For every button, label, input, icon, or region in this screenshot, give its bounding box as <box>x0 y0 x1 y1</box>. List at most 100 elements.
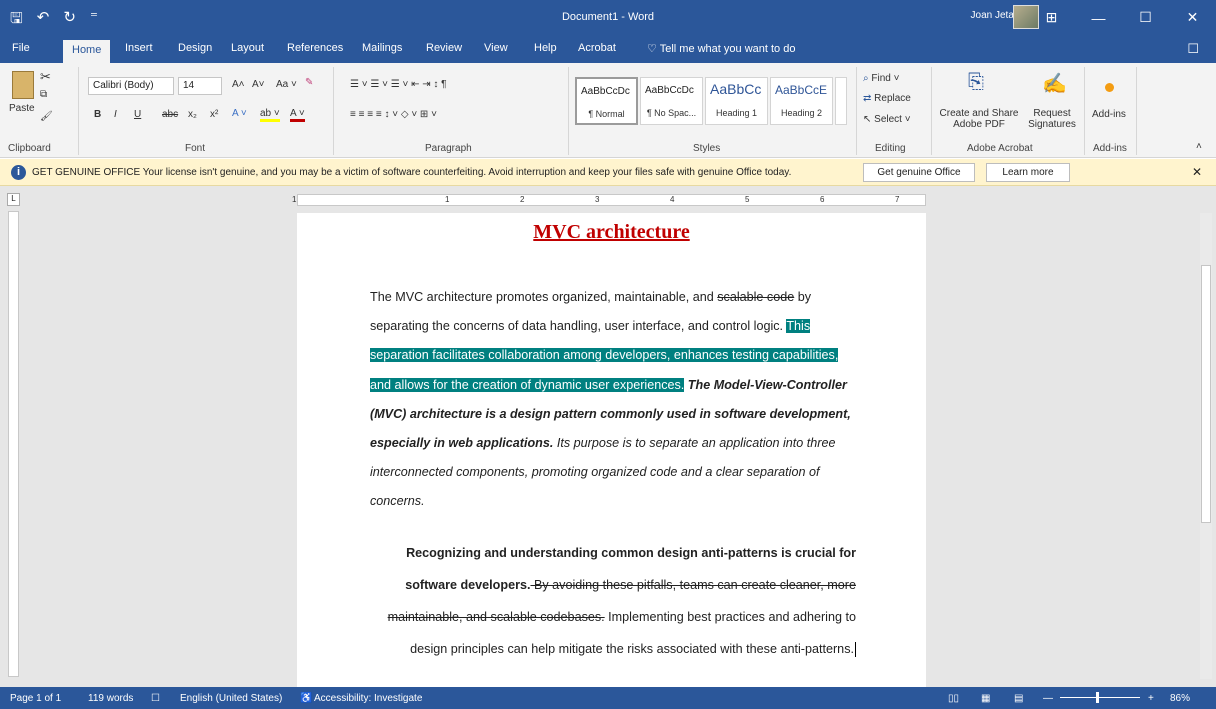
addins-icon[interactable] <box>1105 83 1114 92</box>
window-controls: ⊞ — ☐ ✕ <box>1028 0 1216 35</box>
style-heading-1[interactable]: AaBbCc Heading 1 <box>705 77 768 125</box>
grow-font-button[interactable]: A˄ <box>232 79 245 90</box>
create-share-pdf-button[interactable]: Create and Share Adobe PDF <box>939 108 1019 130</box>
editing-group-label: Editing <box>875 143 906 154</box>
bold-button[interactable]: B <box>94 109 101 120</box>
copy-icon[interactable]: ⧉ <box>40 89 47 100</box>
italic-button[interactable]: I <box>114 109 117 120</box>
pdf-share-icon[interactable]: ⎘ <box>968 71 984 94</box>
page-count[interactable]: Page 1 of 1 <box>10 693 61 704</box>
paragraph-1[interactable]: The MVC architecture promotes organized,… <box>370 283 858 517</box>
tab-review[interactable]: Review <box>426 42 462 54</box>
read-mode-icon[interactable]: ▯▯ <box>948 693 959 704</box>
find-label: Find ˅ <box>871 73 900 84</box>
request-signatures-label: Signatures <box>1028 119 1076 130</box>
format-painter-icon[interactable]: 🖌 <box>40 111 53 122</box>
word-count[interactable]: 119 words <box>88 693 133 704</box>
create-share-label: Adobe PDF <box>953 119 1005 130</box>
cut-icon[interactable]: ✂ <box>40 69 51 85</box>
cursor-icon: ↖ <box>863 114 875 125</box>
font-name-select[interactable]: Calibri (Body) <box>88 77 174 95</box>
style-preview: AaBbCc <box>710 81 762 97</box>
divider <box>1084 67 1085 155</box>
accessibility-icon[interactable]: ♿ <box>300 693 312 704</box>
style-heading-2[interactable]: AaBbCcE Heading 2 <box>770 77 833 125</box>
paragraph-row-2[interactable]: ≡ ≡ ≡ ≡ ↕ ˅ ◇ ˅ ⊞ ˅ <box>350 109 437 120</box>
zoom-in-button[interactable]: + <box>1148 693 1154 704</box>
clear-format-icon[interactable]: ✎ <box>305 77 313 88</box>
select-label: Select ˅ <box>874 114 911 125</box>
style-normal[interactable]: AaBbCcDc ¶ Normal <box>575 77 638 125</box>
replace-button[interactable]: ⇄ Replace <box>863 93 911 104</box>
close-button[interactable]: ✕ <box>1169 0 1216 35</box>
web-layout-icon[interactable]: ▤ <box>1014 693 1023 704</box>
superscript-button[interactable]: x² <box>210 109 218 120</box>
print-layout-icon[interactable]: ▦ <box>981 693 990 704</box>
paragraph-2[interactable]: Recognizing and understanding common des… <box>370 537 856 665</box>
document-heading[interactable]: MVC architecture <box>297 221 926 244</box>
shrink-font-button[interactable]: A˅ <box>252 79 265 90</box>
tab-insert[interactable]: Insert <box>125 42 153 54</box>
request-signatures-button[interactable]: Request Signatures <box>1022 108 1082 130</box>
tab-layout[interactable]: Layout <box>231 42 264 54</box>
styles-scroll[interactable] <box>835 77 847 125</box>
comments-icon[interactable]: ☐ <box>1187 41 1199 57</box>
vertical-ruler[interactable] <box>8 211 19 677</box>
collapse-ribbon-icon[interactable]: ˄ <box>1196 141 1202 152</box>
tab-view[interactable]: View <box>484 42 508 54</box>
learn-more-button[interactable]: Learn more <box>986 163 1070 182</box>
font-group-label: Font <box>185 143 206 154</box>
vertical-scrollbar[interactable] <box>1200 213 1212 679</box>
proofing-icon[interactable]: ☐ <box>151 693 160 704</box>
zoom-level[interactable]: 86% <box>1170 693 1190 704</box>
scrollbar-thumb[interactable] <box>1201 265 1211 523</box>
subscript-button[interactable]: x₂ <box>188 109 197 120</box>
tab-mailings[interactable]: Mailings <box>362 42 402 54</box>
zoom-slider[interactable] <box>1060 697 1140 698</box>
select-button[interactable]: ↖ Select ˅ <box>863 114 911 125</box>
addins-button[interactable]: Add-ins <box>1092 109 1126 120</box>
underline-button[interactable]: U <box>134 109 141 120</box>
addins-group-label: Add-ins <box>1093 143 1127 154</box>
tab-design[interactable]: Design <box>178 42 212 54</box>
style-no-spacing[interactable]: AaBbCcDc ¶ No Spac... <box>640 77 703 125</box>
close-icon[interactable]: ✕ <box>1192 165 1202 179</box>
divider <box>568 67 569 155</box>
tab-selector[interactable]: L <box>7 193 20 206</box>
minimize-button[interactable]: — <box>1075 0 1122 35</box>
highlight-color-icon[interactable]: ab ˅ <box>260 108 280 122</box>
language-status[interactable]: English (United States) <box>180 693 282 704</box>
tab-references[interactable]: References <box>287 42 343 54</box>
ribbon-display-icon[interactable]: ⊞ <box>1028 0 1075 35</box>
tab-acrobat[interactable]: Acrobat <box>578 42 616 54</box>
horizontal-ruler[interactable]: 1 1 2 3 4 5 6 7 <box>292 194 926 206</box>
document-page[interactable]: MVC architecture The MVC architecture pr… <box>297 213 926 687</box>
zoom-out-button[interactable]: — <box>1043 693 1053 704</box>
ruler-number: 7 <box>895 195 900 204</box>
paste-button[interactable]: Paste <box>9 103 35 114</box>
ribbon: Paste ✂ ⧉ 🖌 Clipboard Calibri (Body) 14 … <box>0 63 1216 158</box>
style-preview: AaBbCcDc <box>645 85 694 96</box>
tab-home[interactable]: Home <box>63 40 111 63</box>
change-case-button[interactable]: Aa ˅ <box>276 79 297 90</box>
strikethrough-button[interactable]: abc <box>162 109 178 120</box>
find-button[interactable]: ⌕ Find ˅ <box>863 73 899 84</box>
tell-me-search[interactable]: ♡ Tell me what you want to do <box>647 42 795 55</box>
tab-file[interactable]: File <box>12 42 30 54</box>
info-icon: i <box>11 165 26 180</box>
paragraph-row-1[interactable]: ☰ ˅ ☰ ˅ ☰ ˅ ⇤ ⇥ ↕ ¶ <box>350 79 447 90</box>
style-label: Heading 1 <box>715 108 758 118</box>
zoom-slider-thumb[interactable] <box>1096 692 1099 703</box>
font-color-icon[interactable]: A ˅ <box>290 108 305 122</box>
font-size-select[interactable]: 14 <box>178 77 222 95</box>
signature-icon[interactable]: ✍ <box>1042 71 1067 96</box>
paste-icon[interactable] <box>12 71 34 99</box>
title-bar: 🖫 ↶ ↻ ⁼ Document1 - Word Joan Jetalam ⊞ … <box>0 0 1216 35</box>
tab-help[interactable]: Help <box>534 42 557 54</box>
maximize-button[interactable]: ☐ <box>1122 0 1169 35</box>
status-bar: Page 1 of 1 119 words ☐ English (United … <box>0 687 1216 709</box>
document-workspace: L 1 1 2 3 4 5 6 7 MVC architecture The M… <box>0 186 1216 687</box>
accessibility-status[interactable]: Accessibility: Investigate <box>314 693 422 704</box>
text-effects-icon[interactable]: A ˅ <box>232 108 247 119</box>
get-genuine-office-button[interactable]: Get genuine Office <box>863 163 975 182</box>
